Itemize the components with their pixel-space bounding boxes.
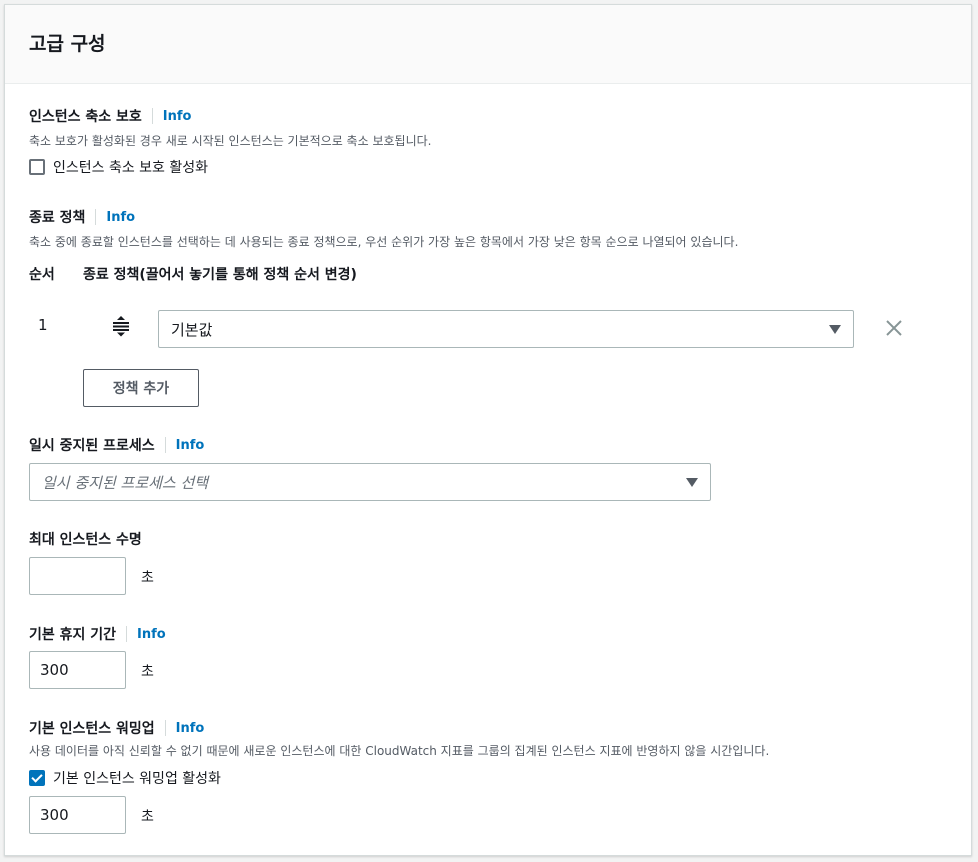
add-policy-button[interactable]: 정책 추가 <box>83 369 199 407</box>
default-cooldown-label-row: 기본 휴지 기간 Info <box>29 624 166 644</box>
suspended-processes-label: 일시 중지된 프로세스 <box>29 438 155 454</box>
scale-in-protection-description: 축소 보호가 활성화된 경우 새로 시작된 인스턴스는 기본적으로 축소 보호됩… <box>29 134 432 148</box>
termination-policy-selected-value: 기본값 <box>171 320 213 339</box>
scale-in-protection-checkbox-row[interactable]: 인스턴스 축소 보호 활성화 <box>29 157 208 177</box>
close-icon[interactable] <box>884 318 904 342</box>
default-cooldown-unit: 초 <box>141 664 154 680</box>
max-instance-lifetime-label: 최대 인스턴스 수명 <box>29 532 142 548</box>
scale-in-protection-checkbox-label[interactable]: 인스턴스 축소 보호 활성화 <box>53 157 208 177</box>
panel-header: 고급 구성 <box>5 5 971 84</box>
caret-down-icon <box>686 477 698 487</box>
termination-policy-label-row: 종료 정책 Info <box>29 207 135 227</box>
scale-in-protection-info-link[interactable]: Info <box>163 109 192 124</box>
suspended-processes-select[interactable]: 일시 중지된 프로세스 선택 <box>29 463 711 501</box>
scale-in-protection-label-row: 인스턴스 축소 보호 Info <box>29 106 191 126</box>
column-header-order: 순서 <box>29 267 55 283</box>
suspended-processes-info-link[interactable]: Info <box>176 438 205 453</box>
default-warmup-input[interactable] <box>29 796 126 834</box>
caret-down-icon <box>829 324 841 334</box>
default-cooldown-info-link[interactable]: Info <box>137 627 166 642</box>
info-separator <box>164 720 166 736</box>
default-warmup-checkbox-label[interactable]: 기본 인스턴스 워밍업 활성화 <box>53 768 221 788</box>
info-separator <box>164 437 166 453</box>
panel-title: 고급 구성 <box>29 33 106 55</box>
scale-in-protection-checkbox[interactable] <box>29 159 45 175</box>
default-warmup-unit: 초 <box>141 809 154 825</box>
info-separator <box>95 209 97 225</box>
advanced-configuration-panel: 고급 구성 인스턴스 축소 보호 Info 축소 보호가 활성화된 경우 새로 … <box>4 4 972 856</box>
default-warmup-info-link[interactable]: Info <box>176 721 205 736</box>
suspended-processes-placeholder: 일시 중지된 프로세스 선택 <box>42 473 209 492</box>
column-header-policy: 종료 정책(끌어서 놓기를 통해 정책 순서 변경) <box>83 267 357 283</box>
termination-policy-description: 축소 중에 종료할 인스턴스를 선택하는 데 사용되는 종료 정책으로, 우선 … <box>29 235 739 249</box>
policy-order-number: 1 <box>38 316 48 334</box>
default-warmup-label-row: 기본 인스턴스 워밍업 Info <box>29 718 204 738</box>
suspended-processes-label-row: 일시 중지된 프로세스 Info <box>29 435 204 455</box>
info-separator <box>126 626 128 642</box>
default-warmup-description: 사용 데이터를 아직 신뢰할 수 없기 때문에 새로운 인스턴스에 대한 Clo… <box>29 744 770 758</box>
termination-policy-info-link[interactable]: Info <box>106 210 135 225</box>
default-warmup-checkbox-row[interactable]: 기본 인스턴스 워밍업 활성화 <box>29 768 221 788</box>
default-warmup-label: 기본 인스턴스 워밍업 <box>29 721 155 737</box>
termination-policy-label: 종료 정책 <box>29 210 86 226</box>
default-warmup-checkbox[interactable] <box>29 770 45 786</box>
drag-handle-icon[interactable] <box>110 315 132 341</box>
max-instance-lifetime-unit: 초 <box>141 570 154 586</box>
termination-policy-select[interactable]: 기본값 <box>158 310 854 348</box>
scale-in-protection-label: 인스턴스 축소 보호 <box>29 109 142 125</box>
max-instance-lifetime-input[interactable] <box>29 557 126 595</box>
info-separator <box>151 108 153 124</box>
default-cooldown-input[interactable] <box>29 651 126 689</box>
default-cooldown-label: 기본 휴지 기간 <box>29 627 117 643</box>
